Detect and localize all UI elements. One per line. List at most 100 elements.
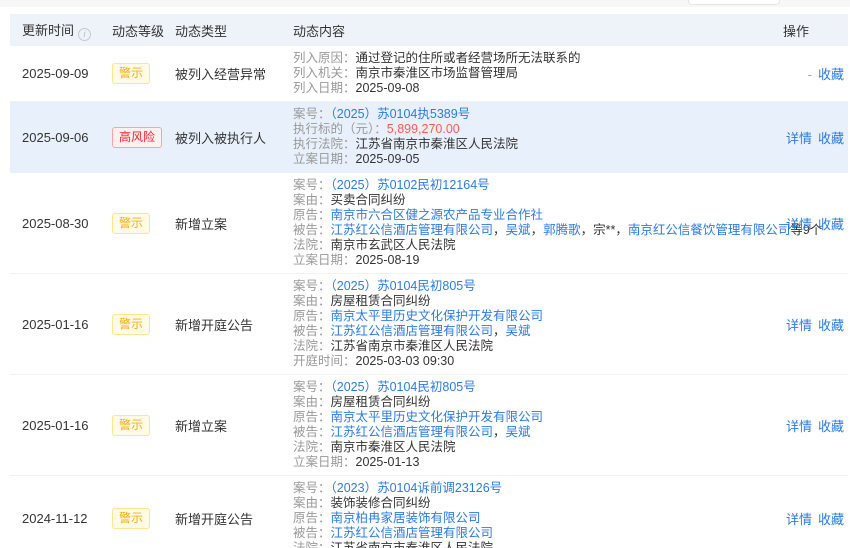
type-cell: 新增立案 [175, 416, 293, 435]
entity-link[interactable]: 南京太平里历史文化保护开发有限公司 [331, 309, 544, 323]
favorite-link[interactable]: 收藏 [818, 67, 844, 82]
entity-link[interactable]: 南京柏冉家居装饰有限公司 [331, 511, 481, 525]
dynamics-table: 更新时间i 动态等级 动态类型 动态内容 操作 2025-09-09 警示 被列… [10, 14, 848, 548]
field-label: 法院： [293, 541, 331, 548]
field-label: 原告： [293, 309, 331, 323]
table-row: 2025-01-16 警示 新增开庭公告 案号：（2025）苏0104民初805… [10, 274, 848, 375]
entity-link[interactable]: 南京红公信餐饮管理有限公司 [628, 223, 791, 237]
field-label: 案号： [293, 481, 331, 495]
field-label: 法院： [293, 440, 331, 454]
field-label: 执行法院： [293, 137, 356, 151]
entity-link[interactable]: 江苏红公信酒店管理有限公司 [331, 526, 494, 540]
field-value: 南京市秦淮区市场监督管理局 [356, 66, 519, 80]
field-label: 列入机关： [293, 66, 356, 80]
col-header-level: 动态等级 [112, 21, 175, 40]
content-cell: 列入原因：通过登记的住所或者经营场所无法联系的列入机关：南京市秦淮区市场监督管理… [293, 46, 770, 101]
field-label: 列入原因： [293, 51, 356, 65]
entity-link[interactable]: （2025）苏0104执5389号 [331, 107, 471, 121]
table-row: 2025-09-06 高风险 被列入被执行人 案号：（2025）苏0104执53… [10, 102, 848, 173]
content-line: 被告：江苏红公信酒店管理有限公司 [293, 526, 770, 541]
field-label: 原告： [293, 208, 331, 222]
field-label: 开庭时间： [293, 354, 356, 368]
entity-link[interactable]: 吴斌 [506, 324, 531, 338]
content-line: 案号：（2025）苏0102民初12164号 [293, 178, 770, 193]
update-time-cell: 2024-11-12 [10, 511, 112, 526]
content-line: 被告：江苏红公信酒店管理有限公司，吴斌 [293, 324, 770, 339]
field-label: 立案日期： [293, 152, 356, 166]
entity-link[interactable]: （2025）苏0102民初12164号 [331, 178, 490, 192]
detail-link[interactable]: 详情 [786, 419, 812, 434]
field-value: 江苏省南京市秦淮区人民法院 [331, 541, 494, 548]
table-row: 2025-08-30 警示 新增立案 案号：（2025）苏0102民初12164… [10, 173, 848, 274]
level-cell: 警示 [112, 508, 175, 529]
level-cell: 警示 [112, 314, 175, 335]
content-line: 法院：江苏省南京市秦淮区人民法院 [293, 541, 770, 548]
content-line: 案号：（2025）苏0104民初805号 [293, 380, 770, 395]
actions-cell: 详情收藏 [770, 509, 848, 528]
content-line: 执行标的（元）：5,899,270.00 [293, 122, 770, 137]
field-value: ， [581, 223, 594, 237]
level-badge: 警示 [112, 508, 150, 529]
type-cell: 新增立案 [175, 214, 293, 233]
content-line: 案号：（2023）苏0104诉前调23126号 [293, 481, 770, 496]
content-cell: 案号：（2025）苏0102民初12164号案由：买卖合同纠纷原告：南京市六合区… [293, 173, 770, 273]
col-header-action: 操作 [770, 21, 848, 40]
field-label: 立案日期： [293, 455, 356, 469]
content-line: 立案日期：2025-09-05 [293, 152, 770, 167]
content-line: 案号：（2025）苏0104民初805号 [293, 279, 770, 294]
favorite-link[interactable]: 收藏 [818, 318, 844, 333]
detail-link[interactable]: 详情 [786, 318, 812, 333]
entity-link[interactable]: 南京太平里历史文化保护开发有限公司 [331, 410, 544, 424]
field-value: ， [493, 324, 506, 338]
entity-link[interactable]: 南京市六合区健之源农产品专业合作社 [331, 208, 544, 222]
col-header-update-time-label: 更新时间 [22, 23, 74, 38]
field-label: 被告： [293, 324, 331, 338]
entity-link[interactable]: 江苏红公信酒店管理有限公司 [331, 425, 494, 439]
entity-link[interactable]: 吴斌 [506, 425, 531, 439]
entity-link[interactable]: （2025）苏0104民初805号 [331, 279, 476, 293]
type-cell: 被列入被执行人 [175, 128, 293, 147]
field-label: 案由： [293, 193, 331, 207]
entity-link[interactable]: 江苏红公信酒店管理有限公司 [331, 223, 494, 237]
content-cell: 案号：（2025）苏0104民初805号案由：房屋租赁合同纠纷原告：南京太平里历… [293, 274, 770, 374]
content-line: 原告：南京市六合区健之源农产品专业合作社 [293, 208, 770, 223]
entity-link[interactable]: （2025）苏0104民初805号 [331, 380, 476, 394]
level-badge: 警示 [112, 415, 150, 436]
favorite-link[interactable]: 收藏 [818, 419, 844, 434]
entity-link[interactable]: （2023）苏0104诉前调23126号 [331, 481, 503, 495]
actions-cell: 详情收藏 [770, 315, 848, 334]
field-label: 案由： [293, 395, 331, 409]
top-strip [0, 0, 850, 7]
field-value: 南京市玄武区人民法院 [331, 238, 456, 252]
update-time-cell: 2025-09-09 [10, 66, 112, 81]
field-label: 立案日期： [293, 253, 356, 267]
favorite-link[interactable]: 收藏 [818, 512, 844, 527]
entity-link[interactable]: 吴斌 [506, 223, 531, 237]
content-cell: 案号：（2025）苏0104民初805号案由：房屋租赁合同纠纷原告：南京太平里历… [293, 375, 770, 475]
type-cell: 新增开庭公告 [175, 509, 293, 528]
table-row: 2025-09-09 警示 被列入经营异常 列入原因：通过登记的住所或者经营场所… [10, 46, 848, 102]
field-value: 房屋租赁合同纠纷 [331, 294, 431, 308]
level-badge: 警示 [112, 314, 150, 335]
favorite-link[interactable]: 收藏 [818, 217, 844, 232]
field-value: 房屋租赁合同纠纷 [331, 395, 431, 409]
field-label: 案号： [293, 178, 331, 192]
field-label: 案由： [293, 294, 331, 308]
update-time-cell: 2025-08-30 [10, 216, 112, 231]
content-line: 案由：买卖合同纠纷 [293, 193, 770, 208]
content-line: 列入原因：通过登记的住所或者经营场所无法联系的 [293, 51, 770, 66]
update-time-cell: 2025-09-06 [10, 130, 112, 145]
detail-link[interactable]: 详情 [786, 217, 812, 232]
favorite-link[interactable]: 收藏 [818, 131, 844, 146]
info-icon[interactable]: i [78, 28, 91, 41]
detail-link[interactable]: 详情 [786, 131, 812, 146]
field-label: 案由： [293, 496, 331, 510]
field-label: 执行标的（元）： [293, 122, 387, 136]
entity-link[interactable]: 郭腾歌 [543, 223, 581, 237]
detail-link[interactable]: 详情 [786, 512, 812, 527]
entity-link[interactable]: 江苏红公信酒店管理有限公司 [331, 324, 494, 338]
cutoff-button [688, 0, 780, 5]
content-line: 被告：江苏红公信酒店管理有限公司，吴斌 [293, 425, 770, 440]
no-detail-dash: - [808, 67, 812, 82]
field-label: 被告： [293, 223, 331, 237]
